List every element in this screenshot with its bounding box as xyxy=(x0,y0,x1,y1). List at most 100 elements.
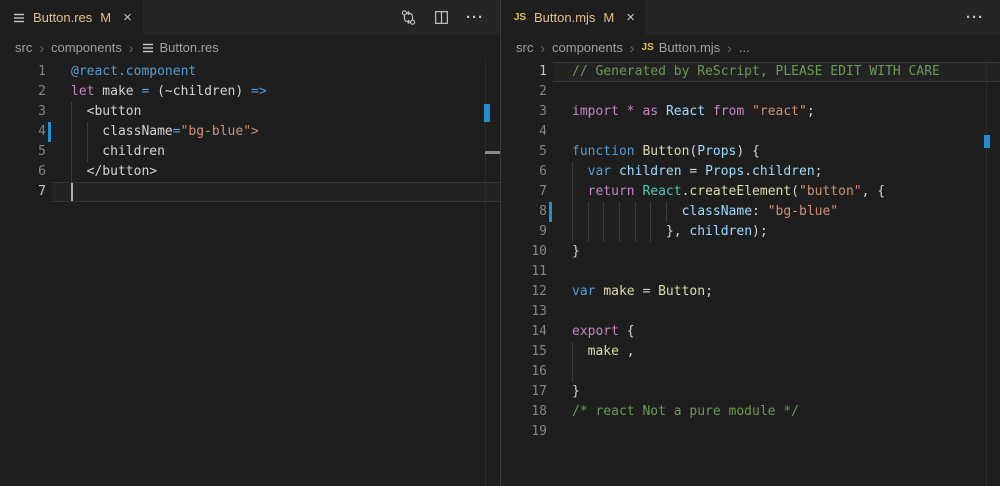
code-line-5[interactable]: 5 children xyxy=(0,142,500,162)
code-line-3[interactable]: 3import * as React from "react"; xyxy=(501,102,1000,122)
tab-bar-right: JS Button.mjs M × ··· xyxy=(501,0,1000,35)
line-number[interactable]: 3 xyxy=(501,102,547,122)
code-line-4[interactable]: 4 className="bg-blue"> xyxy=(0,122,500,142)
more-actions-icon[interactable]: ··· xyxy=(966,9,984,26)
line-number[interactable]: 8 xyxy=(501,202,547,222)
split-editor-icon[interactable] xyxy=(433,9,450,26)
tab-button-mjs[interactable]: JS Button.mjs M × xyxy=(501,0,646,35)
line-number[interactable]: 4 xyxy=(0,122,46,142)
breadcrumb-item--[interactable]: ... xyxy=(739,40,750,55)
current-line-highlight xyxy=(52,182,500,202)
js-file-icon: JS xyxy=(512,10,528,26)
line-number[interactable]: 3 xyxy=(0,102,46,122)
breadcrumb: src›components›Button.res xyxy=(0,35,500,60)
code-text: className: "bg-blue" xyxy=(572,202,838,222)
overview-cursor-mark xyxy=(485,151,500,154)
code-text: export { xyxy=(572,322,635,342)
vscode-window: Button.res M × ··· src›components›Button… xyxy=(0,0,1000,486)
line-number[interactable]: 11 xyxy=(501,262,547,282)
open-changes-icon[interactable] xyxy=(400,9,417,26)
code-line-13[interactable]: 13 xyxy=(501,302,1000,322)
line-number[interactable]: 5 xyxy=(0,142,46,162)
code-line-10[interactable]: 10} xyxy=(501,242,1000,262)
code-line-17[interactable]: 17} xyxy=(501,382,1000,402)
breadcrumb-item-button-res[interactable]: Button.res xyxy=(141,40,219,55)
code-line-15[interactable]: 15 make , xyxy=(501,342,1000,362)
line-number[interactable]: 6 xyxy=(501,162,547,182)
close-icon[interactable]: × xyxy=(123,10,132,25)
code-line-19[interactable]: 19 xyxy=(501,422,1000,442)
code-line-5[interactable]: 5function Button(Props) { xyxy=(501,142,1000,162)
line-number[interactable]: 19 xyxy=(501,422,547,442)
code-line-9[interactable]: 9 }, children); xyxy=(501,222,1000,242)
line-number[interactable]: 18 xyxy=(501,402,547,422)
modified-badge: M xyxy=(603,10,614,25)
overview-ruler-border xyxy=(986,60,987,486)
line-number[interactable]: 6 xyxy=(0,162,46,182)
tab-bar-left: Button.res M × ··· xyxy=(0,0,500,35)
line-number[interactable]: 4 xyxy=(501,122,547,142)
code-line-16[interactable]: 16 xyxy=(501,362,1000,382)
code-line-14[interactable]: 14 export { xyxy=(501,322,1000,342)
breadcrumb-separator: › xyxy=(727,40,732,56)
split-editor-icon xyxy=(433,9,450,26)
breadcrumb-item-src[interactable]: src xyxy=(516,40,533,55)
code-line-4[interactable]: 4 xyxy=(501,122,1000,142)
code-text: } xyxy=(572,242,580,262)
code-line-2[interactable]: 2 xyxy=(501,82,1000,102)
tab-button-res[interactable]: Button.res M × xyxy=(0,0,143,35)
code-line-1[interactable]: 1 @react.component xyxy=(0,62,500,82)
code-text: className="bg-blue"> xyxy=(71,122,259,142)
line-number[interactable]: 1 xyxy=(0,62,46,82)
line-number[interactable]: 5 xyxy=(501,142,547,162)
line-number[interactable]: 12 xyxy=(501,282,547,302)
close-icon[interactable]: × xyxy=(626,10,635,25)
code-line-6[interactable]: 6 var children = Props.children; xyxy=(501,162,1000,182)
line-number[interactable]: 15 xyxy=(501,342,547,362)
code-line-1[interactable]: 1// Generated by ReScript, PLEASE EDIT W… xyxy=(501,62,1000,82)
code-line-8[interactable]: 8 className: "bg-blue" xyxy=(501,202,1000,222)
breadcrumb-label: components xyxy=(51,40,122,55)
code-text: @react.component xyxy=(71,62,196,82)
code-line-12[interactable]: 12var make = Button; xyxy=(501,282,1000,302)
line-number[interactable]: 7 xyxy=(0,182,46,202)
indent-guide xyxy=(572,362,573,382)
overview-ruler-border xyxy=(485,60,486,486)
code-line-3[interactable]: 3 <button xyxy=(0,102,500,122)
editor-pane-left: Button.res M × ··· src›components›Button… xyxy=(0,0,500,486)
modified-badge: M xyxy=(100,10,111,25)
breadcrumb-item-components[interactable]: components xyxy=(552,40,623,55)
js-file-icon: JS xyxy=(642,42,654,53)
line-number[interactable]: 17 xyxy=(501,382,547,402)
line-number[interactable]: 2 xyxy=(501,82,547,102)
code-line-6[interactable]: 6 </button> xyxy=(0,162,500,182)
code-text: }, children); xyxy=(572,222,768,242)
breadcrumb-separator: › xyxy=(540,40,545,56)
code-line-7[interactable]: 7 xyxy=(0,182,500,202)
editor-pane-right: JS Button.mjs M × ··· src › components › JSB… xyxy=(500,0,1000,486)
line-number[interactable]: 13 xyxy=(501,302,547,322)
res-file-icon xyxy=(12,11,26,25)
line-number[interactable]: 9 xyxy=(501,222,547,242)
breadcrumb-label: src xyxy=(15,40,32,55)
line-number[interactable]: 10 xyxy=(501,242,547,262)
code-editor[interactable]: 1 @react.component2let make = (~children)… xyxy=(0,60,500,486)
js-file-icon: JS xyxy=(514,12,526,23)
code-line-11[interactable]: 11 xyxy=(501,262,1000,282)
breadcrumb-item-button-mjs[interactable]: JSButton.mjs xyxy=(642,40,721,55)
code-line-18[interactable]: 18/* react Not a pure module */ xyxy=(501,402,1000,422)
code-editor[interactable]: 1// Generated by ReScript, PLEASE EDIT W… xyxy=(501,60,1000,486)
code-line-7[interactable]: 7 return React.createElement("button", { xyxy=(501,182,1000,202)
breadcrumb-item-components[interactable]: components xyxy=(51,40,122,55)
more-actions-icon[interactable]: ··· xyxy=(466,9,484,26)
code-line-2[interactable]: 2let make = (~children) => xyxy=(0,82,500,102)
breadcrumb-separator: › xyxy=(630,40,635,56)
breadcrumb-item-src[interactable]: src xyxy=(15,40,32,55)
code-text: children xyxy=(71,142,165,162)
line-number[interactable]: 7 xyxy=(501,182,547,202)
line-number[interactable]: 1 xyxy=(501,62,547,82)
line-number[interactable]: 14 xyxy=(501,322,547,342)
line-number[interactable]: 16 xyxy=(501,362,547,382)
line-number[interactable]: 2 xyxy=(0,82,46,102)
gutter-modified-marker xyxy=(48,122,51,142)
